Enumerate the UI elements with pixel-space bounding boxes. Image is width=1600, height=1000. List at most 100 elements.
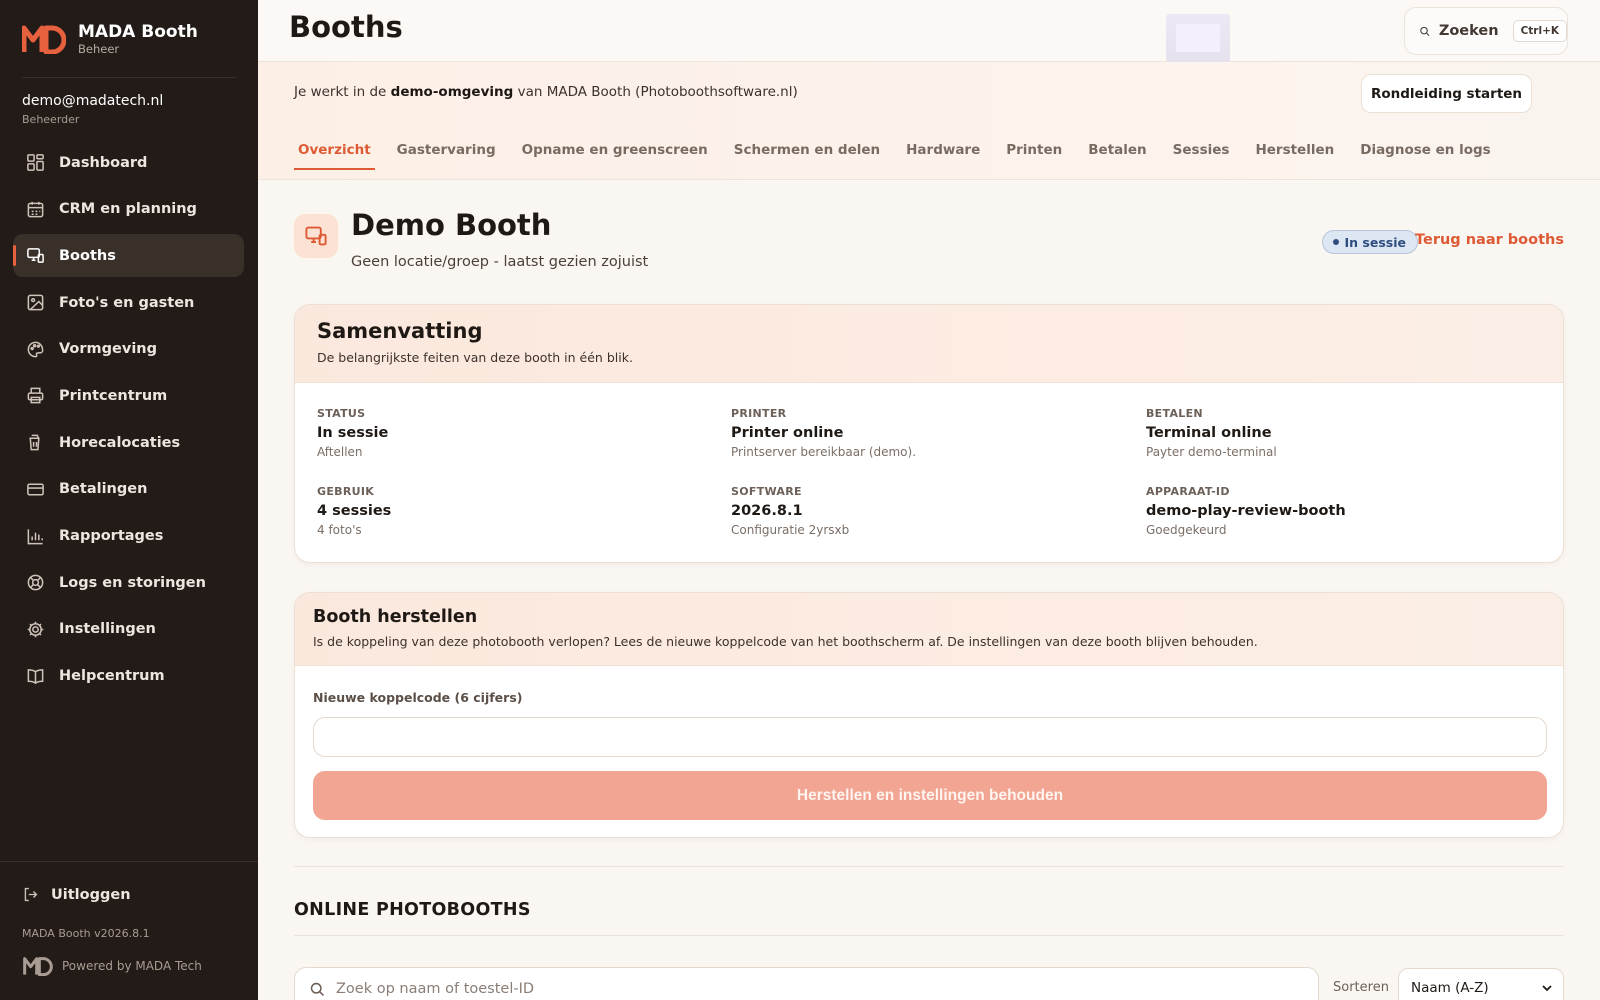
brand-name: MADA Booth bbox=[78, 22, 198, 42]
logout-button[interactable]: Uitloggen bbox=[22, 886, 131, 903]
sidebar-item-label: CRM en planning bbox=[59, 201, 197, 218]
restore-description: Is de koppeling van deze photobooth verl… bbox=[313, 634, 1258, 649]
summary-item-key: SOFTWARE bbox=[731, 485, 802, 498]
tab-overview[interactable]: Overzicht bbox=[294, 131, 375, 170]
status-badge: In sessie bbox=[1321, 230, 1418, 254]
summary-card: Samenvatting De belangrijkste feiten van… bbox=[294, 304, 1564, 563]
summary-item-sub: Payter demo-terminal bbox=[1146, 445, 1277, 459]
search-icon bbox=[310, 982, 324, 996]
booth-tabs: Overzicht Gastervaring Opname en greensc… bbox=[294, 131, 1517, 170]
booth-header-area: Je werkt in de demo-omgeving van MADA Bo… bbox=[258, 62, 1600, 180]
sort-select[interactable]: Naam (A-Z) bbox=[1398, 968, 1564, 1000]
sidebar-item-label: Horecalocaties bbox=[59, 434, 181, 451]
sidebar-item-label: Booths bbox=[59, 247, 116, 264]
start-tour-button[interactable]: Rondleiding starten bbox=[1361, 74, 1532, 113]
summary-card-header: Samenvatting De belangrijkste feiten van… bbox=[295, 305, 1563, 383]
summary-item-value: 2026.8.1 bbox=[731, 503, 803, 519]
image-icon bbox=[27, 294, 44, 311]
summary-item-key: GEBRUIK bbox=[317, 485, 375, 498]
restore-booth-card: Booth herstellen Is de koppeling van dez… bbox=[294, 592, 1564, 838]
sidebar-item-settings[interactable]: Instellingen bbox=[13, 608, 244, 651]
powered-by-text: Powered by MADA Tech bbox=[62, 959, 202, 973]
summary-item-payments: BETALEN Terminal online Payter demo-term… bbox=[1146, 407, 1546, 459]
decorative-illustration bbox=[1166, 14, 1230, 62]
summary-item-usage: GEBRUIK 4 sessies 4 foto's bbox=[317, 485, 717, 537]
top-bar: Booths Zoeken Ctrl+K bbox=[258, 0, 1600, 62]
sidebar-item-dashboard[interactable]: Dashboard bbox=[13, 141, 244, 184]
sidebar-item-photos[interactable]: Foto's en gasten bbox=[13, 281, 244, 324]
brand-sub: Beheer bbox=[78, 42, 120, 56]
summary-title: Samenvatting bbox=[317, 319, 483, 343]
sidebar-item-label: Rapportages bbox=[59, 528, 164, 544]
logout-label: Uitloggen bbox=[51, 886, 131, 903]
summary-item-device-id: APPARAAT-ID demo-play-review-booth Goedg… bbox=[1146, 485, 1546, 537]
sidebar-item-crm[interactable]: CRM en planning bbox=[13, 188, 244, 231]
section-divider bbox=[294, 866, 1564, 867]
restore-title: Booth herstellen bbox=[313, 607, 478, 627]
search-icon bbox=[1420, 26, 1430, 36]
booth-heading: Demo Booth Geen locatie/groep - laatst g… bbox=[294, 208, 1564, 272]
sidebar-item-horeca[interactable]: Horecalocaties bbox=[13, 421, 244, 464]
sort-label: Sorteren bbox=[1333, 980, 1389, 995]
summary-item-key: APPARAAT-ID bbox=[1146, 485, 1230, 498]
bar-chart-icon bbox=[27, 528, 43, 544]
sidebar-item-label: Dashboard bbox=[59, 154, 148, 171]
online-booths-title: ONLINE PHOTOBOOTHS bbox=[294, 900, 531, 920]
sidebar-item-print[interactable]: Printcentrum bbox=[13, 374, 244, 417]
mada-tech-logo-icon bbox=[23, 957, 53, 976]
back-to-booths-link[interactable]: Terug naar booths bbox=[1415, 232, 1564, 248]
sidebar-item-payments[interactable]: Betalingen bbox=[13, 468, 244, 511]
pairing-code-input[interactable] bbox=[313, 717, 1547, 757]
sidebar-item-label: Instellingen bbox=[59, 621, 156, 638]
cup-icon bbox=[29, 434, 40, 451]
logout-icon bbox=[24, 887, 38, 902]
printer-icon bbox=[27, 388, 44, 404]
palette-icon bbox=[27, 341, 44, 358]
booth-search-input[interactable] bbox=[336, 981, 1236, 997]
summary-item-sub: 4 foto's bbox=[317, 523, 362, 537]
tab-screens-sharing[interactable]: Schermen en delen bbox=[734, 131, 880, 170]
sidebar-item-booths[interactable]: Booths bbox=[13, 234, 244, 278]
summary-item-sub: Aftellen bbox=[317, 445, 363, 459]
booth-search-field[interactable] bbox=[294, 967, 1319, 1000]
chevron-down-icon bbox=[1542, 985, 1552, 992]
card-icon bbox=[27, 483, 44, 496]
tab-recording-greenscreen[interactable]: Opname en greenscreen bbox=[522, 131, 708, 170]
sidebar-item-label: Helpcentrum bbox=[59, 668, 165, 685]
tab-hardware[interactable]: Hardware bbox=[906, 131, 980, 170]
brand[interactable]: MADA Booth Beheer bbox=[22, 22, 198, 56]
summary-item-software: SOFTWARE 2026.8.1 Configuratie 2yrsxb bbox=[731, 485, 1131, 537]
summary-item-printer: PRINTER Printer online Printserver berei… bbox=[731, 407, 1131, 459]
status-badge-label: In sessie bbox=[1344, 234, 1406, 250]
tab-guest-experience[interactable]: Gastervaring bbox=[397, 131, 496, 170]
tab-diagnostics-logs[interactable]: Diagnose en logs bbox=[1360, 131, 1490, 170]
search-label: Zoeken bbox=[1438, 23, 1499, 39]
summary-item-key: PRINTER bbox=[731, 407, 787, 420]
status-dot bbox=[1332, 239, 1339, 245]
sidebar-item-logs[interactable]: Logs en storingen bbox=[13, 561, 244, 604]
sidebar-nav: Dashboard CRM en planning Booths Foto's … bbox=[13, 141, 244, 701]
book-icon bbox=[27, 668, 44, 684]
summary-item-sub: Printserver bereikbaar (demo). bbox=[731, 445, 917, 459]
sidebar-item-design[interactable]: Vormgeving bbox=[13, 328, 244, 371]
summary-item-sub: Configuratie 2yrsxb bbox=[731, 523, 850, 537]
sidebar-item-label: Foto's en gasten bbox=[59, 294, 195, 311]
tab-payments[interactable]: Betalen bbox=[1088, 131, 1146, 170]
sidebar-item-reports[interactable]: Rapportages bbox=[13, 515, 244, 558]
gear-icon bbox=[27, 621, 44, 638]
sidebar-footer-divider bbox=[0, 861, 258, 862]
summary-item-key: BETALEN bbox=[1146, 407, 1203, 420]
summary-item-value: 4 sessies bbox=[317, 503, 392, 519]
tab-sessions[interactable]: Sessies bbox=[1173, 131, 1230, 170]
sidebar-divider bbox=[22, 77, 236, 78]
booth-avatar bbox=[294, 214, 338, 258]
tab-restore[interactable]: Herstellen bbox=[1255, 131, 1334, 170]
restore-button[interactable]: Herstellen en instellingen behouden bbox=[313, 771, 1547, 820]
main-content: Booths Zoeken Ctrl+K Je werkt in de demo… bbox=[258, 0, 1600, 1000]
sidebar-item-help[interactable]: Helpcentrum bbox=[13, 655, 244, 698]
summary-item-value: In sessie bbox=[317, 425, 389, 441]
mada-logo-icon bbox=[22, 25, 66, 54]
global-search-button[interactable]: Zoeken Ctrl+K bbox=[1404, 7, 1568, 55]
tab-printing[interactable]: Printen bbox=[1006, 131, 1062, 170]
summary-item-sub: Goedgekeurd bbox=[1146, 523, 1227, 537]
